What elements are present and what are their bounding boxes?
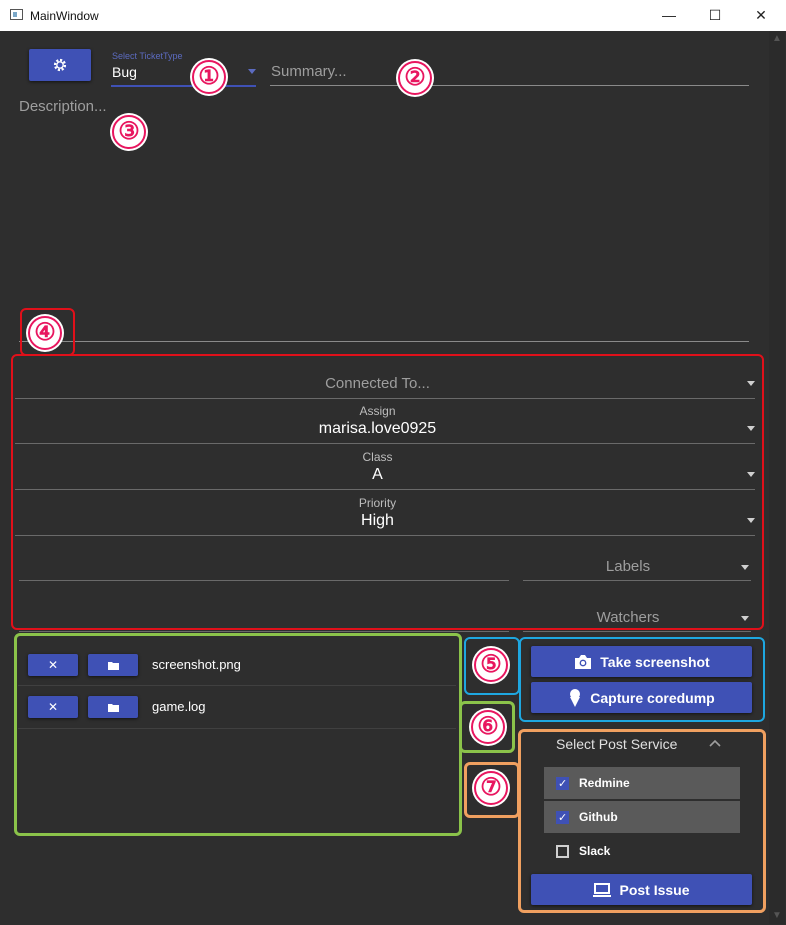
ticket-type-label: Select TicketType [112, 51, 183, 61]
chevron-down-icon [248, 69, 256, 74]
app-icon [10, 9, 23, 20]
annotation-box-fields [11, 354, 764, 630]
title-bar: MainWindow — ☐ ✕ [0, 0, 786, 31]
main-panel: Select TicketType Bug Summary... Descrip… [1, 31, 769, 924]
ticket-type-select[interactable]: Select TicketType Bug [111, 51, 256, 87]
annotation-badge-3: ③ [112, 115, 146, 149]
settings-button[interactable] [29, 49, 91, 81]
annotation-box-actions [519, 637, 765, 722]
annotation-badge-5: ⑤ [474, 648, 508, 682]
annotation-badge-1: ① [192, 60, 226, 94]
minimize-button[interactable]: — [646, 0, 692, 31]
annotation-badge-7: ⑦ [474, 771, 508, 805]
window-title: MainWindow [30, 9, 99, 23]
annotation-box-post-service [518, 729, 766, 913]
summary-input[interactable]: Summary... [270, 57, 749, 86]
annotation-badge-4: ④ [28, 316, 62, 350]
ticket-type-value: Bug [112, 64, 137, 80]
scroll-up-icon[interactable]: ▲ [769, 31, 785, 47]
description-placeholder: Description... [19, 98, 107, 115]
scroll-down-icon[interactable]: ▼ [769, 908, 785, 924]
vertical-scrollbar[interactable]: ▲ ▼ [769, 31, 785, 924]
gear-icon [53, 58, 67, 72]
annotation-badge-2: ② [398, 61, 432, 95]
annotation-box-attachments [14, 633, 462, 836]
maximize-button[interactable]: ☐ [692, 0, 738, 31]
summary-placeholder: Summary... [271, 63, 347, 80]
close-button[interactable]: ✕ [738, 0, 784, 31]
annotation-badge-6: ⑥ [471, 710, 505, 744]
